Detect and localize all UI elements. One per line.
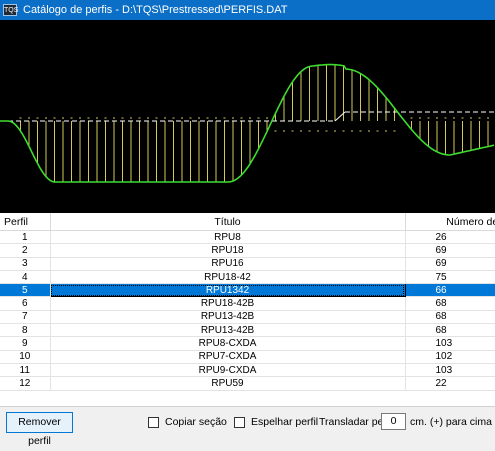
profile-table[interactable]: Perfil Título Número de pon 1RPU8262RPU1… [0, 213, 495, 406]
table-row[interactable]: 5 RPU1342 66 [0, 283, 495, 298]
mirror-profile-box[interactable] [234, 416, 245, 428]
cell-pontos: 103 [405, 336, 495, 351]
table-row[interactable]: 3 RPU16 69 [0, 257, 495, 271]
copy-section-box[interactable] [148, 416, 159, 428]
cell-perfil: 4 [0, 270, 51, 285]
cell-pontos: 75 [405, 270, 495, 285]
cell-titulo: RPU7-CXDA [50, 350, 406, 364]
cell-pontos: 68 [405, 310, 495, 325]
column-header-pontos[interactable]: Número de pon [405, 213, 495, 231]
profile-preview [0, 20, 495, 213]
cell-perfil: 3 [0, 257, 51, 271]
table-row[interactable]: 12 RPU59 22 [0, 376, 495, 391]
table-row[interactable]: 4 RPU18-42 75 [0, 270, 495, 285]
cell-titulo: RPU18-42 [50, 270, 406, 285]
table-row[interactable]: 8 RPU13-42B 68 [0, 323, 495, 338]
column-header-perfil[interactable]: Perfil [0, 213, 51, 231]
table-row[interactable]: 10 RPU7-CXDA 102 [0, 350, 495, 364]
cell-titulo: RPU16 [50, 257, 406, 271]
table-row[interactable]: 6 RPU18-42B 68 [0, 296, 495, 311]
cell-pontos: 69 [405, 257, 495, 271]
remove-profile-button[interactable]: Remover perfil [6, 412, 73, 447]
cell-titulo: RPU18-42B [50, 296, 406, 311]
cell-pontos: 22 [405, 376, 495, 391]
translate-input[interactable]: 0 [381, 413, 406, 430]
cell-pontos: 68 [405, 296, 495, 311]
cell-perfil: 11 [0, 363, 51, 378]
cell-titulo: RPU18 [50, 243, 406, 258]
cell-perfil: 12 [0, 376, 51, 391]
table-header: Perfil Título Número de pon [0, 213, 495, 231]
mirror-profile-label: Espelhar perfil [251, 416, 319, 428]
column-header-titulo[interactable]: Título [50, 213, 406, 231]
cell-pontos: 103 [405, 363, 495, 378]
table-row[interactable]: 2 RPU18 69 [0, 243, 495, 258]
cell-perfil: 6 [0, 296, 51, 311]
cell-perfil: 8 [0, 323, 51, 338]
profile-preview-drawing [0, 63, 495, 183]
title-bar: TQS Catálogo de perfis - D:\TQS\Prestres… [0, 0, 495, 20]
cell-pontos: 68 [405, 323, 495, 338]
cell-perfil: 10 [0, 350, 51, 364]
cell-perfil: 7 [0, 310, 51, 325]
cell-titulo: RPU9-CXDA [50, 363, 406, 378]
app-icon: TQS [3, 4, 18, 16]
cell-perfil: 9 [0, 336, 51, 351]
translate-unit-label: cm. (+) para cima [410, 416, 492, 428]
cell-pontos: 69 [405, 243, 495, 258]
table-row[interactable]: 9 RPU8-CXDA 103 [0, 336, 495, 351]
cell-titulo: RPU13-42B [50, 310, 406, 325]
cell-pontos: 66 [405, 283, 495, 298]
cell-perfil: 2 [0, 243, 51, 258]
cell-pontos: 26 [405, 230, 495, 245]
footer-bar: Remover perfil Copiar seção Espelhar per… [0, 406, 495, 447]
table-row[interactable]: 11 RPU9-CXDA 103 [0, 363, 495, 378]
cell-perfil: 5 [0, 283, 51, 298]
cell-titulo: RPU8 [50, 230, 406, 245]
cell-perfil: 1 [0, 230, 51, 245]
table-row[interactable]: 7 RPU13-42B 68 [0, 310, 495, 325]
cell-titulo: RPU1342 [49, 283, 406, 298]
mirror-profile-checkbox[interactable]: Espelhar perfil [234, 416, 318, 428]
cell-titulo: RPU13-42B [50, 323, 406, 338]
cell-titulo: RPU59 [50, 376, 406, 391]
window-title: Catálogo de perfis - D:\TQS\Prestressed\… [23, 4, 288, 16]
copy-section-label: Copiar seção [165, 416, 227, 428]
copy-section-checkbox[interactable]: Copiar seção [148, 416, 227, 428]
cell-pontos: 102 [405, 350, 495, 364]
cell-titulo: RPU8-CXDA [50, 336, 406, 351]
table-row[interactable]: 1 RPU8 26 [0, 230, 495, 245]
